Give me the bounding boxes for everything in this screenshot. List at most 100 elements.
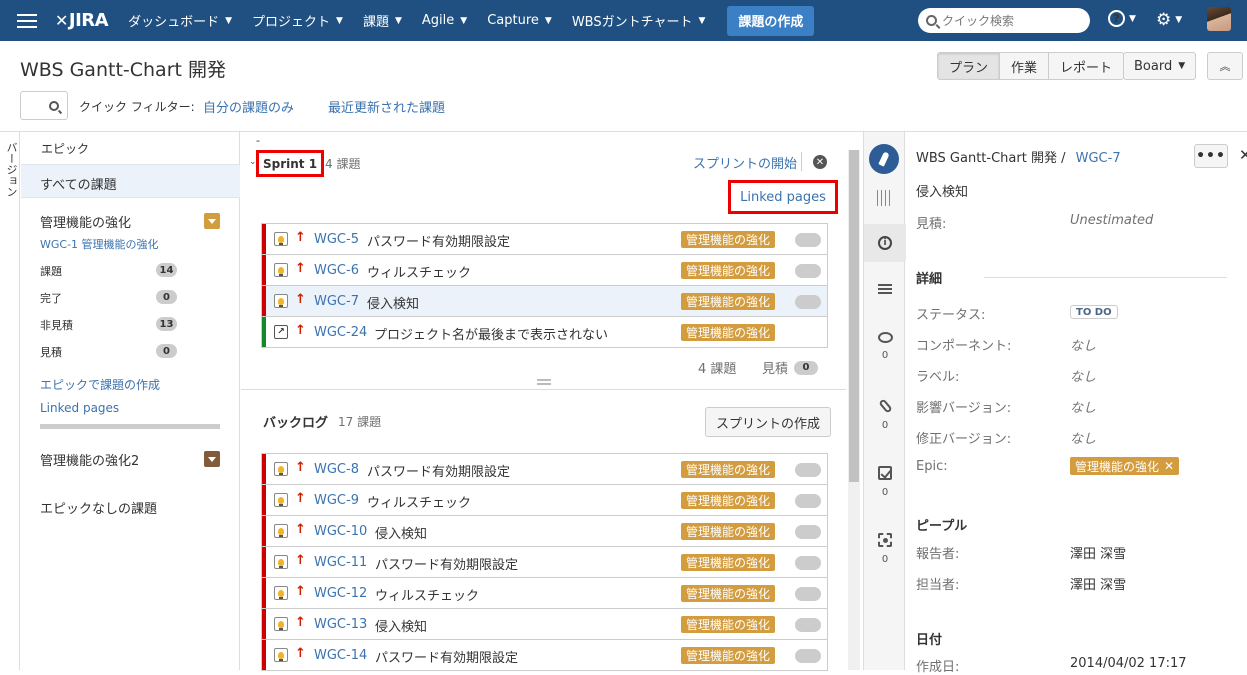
issue-key[interactable]: WGC-13 [314, 617, 367, 632]
collapse-header-button[interactable]: ︽ [1207, 52, 1243, 80]
settings-menu[interactable]: ⚙ ▼ [1156, 10, 1182, 30]
affects-version-value[interactable]: なし [1070, 397, 1096, 416]
nav-agile[interactable]: Agile ▼ [422, 13, 467, 28]
epic-name[interactable]: 管理機能の強化 [40, 212, 131, 231]
report-mode-button[interactable]: レポート [1049, 53, 1124, 79]
remove-icon[interactable]: ✕ [1164, 459, 1174, 473]
drag-handle-icon[interactable] [537, 379, 551, 385]
rocket-icon[interactable] [869, 144, 899, 174]
vertical-scrollbar[interactable] [848, 150, 860, 670]
help-menu[interactable]: ? ▼ [1108, 10, 1136, 27]
jira-logo[interactable]: ✕ JIRA [55, 10, 109, 31]
issue-key[interactable]: WGC-8 [314, 462, 359, 477]
issue-summary-title[interactable]: 侵入検知 [916, 181, 968, 200]
assignee-value[interactable]: 澤田 深雪 [1070, 574, 1126, 593]
epic-label: 管理機能の強化 [681, 647, 776, 664]
quick-search-input[interactable]: クイック検索 [918, 8, 1090, 33]
sprint-footer-count: 4 課題 [698, 362, 737, 377]
epic-key-link[interactable]: WGC-1 管理機能の強化 [40, 236, 159, 252]
epic-stat-label: 見積 [40, 346, 62, 359]
labels-value[interactable]: なし [1070, 366, 1096, 385]
avatar[interactable] [1207, 7, 1231, 31]
backlog-search-input[interactable] [20, 91, 68, 120]
issue-row[interactable]: ↑ WGC-9 ウィルスチェック 管理機能の強化 [262, 485, 827, 516]
priority-bar [262, 454, 266, 484]
more-actions-button[interactable]: ••• [1194, 144, 1228, 168]
filter-my-issues[interactable]: 自分の課題のみ [203, 97, 294, 116]
plan-mode-button[interactable]: プラン [938, 53, 1001, 79]
issue-row[interactable]: ↑ WGC-11 パスワード有効期限設定 管理機能の強化 [262, 547, 827, 578]
nav-wbs-gantt[interactable]: WBSガントチャート ▼ [572, 11, 706, 30]
breadcrumb-issue-key[interactable]: WGC-7 [1076, 151, 1121, 166]
reporter-value[interactable]: 澤田 深雪 [1070, 543, 1126, 562]
work-mode-button[interactable]: 作業 [1000, 53, 1050, 79]
epic-menu-icon[interactable] [204, 213, 220, 229]
epic-linked-pages-link[interactable]: Linked pages [40, 401, 119, 415]
divider [984, 277, 1227, 278]
priority-up-icon: ↑ [295, 460, 306, 475]
issue-key[interactable]: WGC-12 [314, 586, 367, 601]
filter-recently-updated[interactable]: 最近更新された課題 [328, 97, 445, 116]
nav-dashboards[interactable]: ダッシュボード ▼ [128, 11, 232, 30]
issue-row[interactable]: ↑ WGC-8 パスワード有効期限設定 管理機能の強化 [262, 454, 827, 485]
issue-key[interactable]: WGC-10 [314, 524, 367, 539]
field-label: 影響バージョン: [916, 401, 1012, 416]
issue-row[interactable]: ↗ ↑ WGC-24 プロジェクト名が最後まで表示されない 管理機能の強化 [262, 317, 827, 348]
issue-key[interactable]: WGC-7 [314, 294, 359, 309]
close-icon[interactable]: ✕ [813, 155, 827, 169]
estimate-value[interactable]: Unestimated [1070, 213, 1153, 228]
details-tab[interactable]: i [864, 224, 906, 262]
epic-menu-icon[interactable] [204, 451, 220, 467]
estimate-badge [795, 649, 821, 663]
component-value[interactable]: なし [1070, 335, 1096, 354]
epic-label: 管理機能の強化 [681, 616, 776, 633]
description-tab[interactable] [864, 284, 906, 295]
nav-projects[interactable]: プロジェクト ▼ [252, 11, 343, 30]
field-label: 見積: [916, 217, 947, 232]
scrollbar-thumb[interactable] [849, 150, 859, 482]
issue-row[interactable]: ↑ WGC-14 パスワード有効期限設定 管理機能の強化 [262, 640, 827, 671]
issue-key[interactable]: WGC-11 [314, 555, 367, 570]
issues-without-epic-filter[interactable]: エピックなしの課題 [40, 498, 157, 517]
screenshots-tab[interactable]: 0 [864, 533, 906, 565]
board-menu-button[interactable]: Board ▼ [1123, 52, 1197, 80]
create-issue-in-epic-link[interactable]: エピックで課題の作成 [40, 376, 160, 393]
nav-issues[interactable]: 課題 ▼ [363, 11, 402, 30]
issue-row[interactable]: ↑ WGC-13 侵入検知 管理機能の強化 [262, 609, 827, 640]
nav-capture[interactable]: Capture ▼ [487, 13, 552, 28]
create-sprint-button[interactable]: スプリントの作成 [705, 407, 832, 437]
issue-row[interactable]: ↑ WGC-12 ウィルスチェック 管理機能の強化 [262, 578, 827, 609]
backlog-issue-list: ↑ WGC-8 パスワード有効期限設定 管理機能の強化 ↑ WGC-9 ウィルス… [261, 453, 828, 671]
close-icon[interactable]: ✕ [1239, 146, 1247, 164]
issue-key[interactable]: WGC-5 [314, 232, 359, 247]
priority-bar [262, 286, 266, 316]
epic-name[interactable]: 管理機能の強化2 [40, 450, 139, 469]
start-sprint-link[interactable]: スプリントの開始 [693, 153, 797, 172]
issue-row-selected[interactable]: ↑ WGC-7 侵入検知 管理機能の強化 [262, 286, 827, 317]
screenshot-icon [878, 533, 892, 547]
versions-panel-toggle[interactable]: バージョン [0, 132, 20, 670]
issue-key[interactable]: WGC-6 [314, 263, 359, 278]
improvement-icon [274, 586, 288, 600]
field-label: 作成日: [916, 660, 960, 675]
breadcrumb-project[interactable]: WBS Gantt-Chart 開発 [916, 151, 1057, 166]
attachments-tab[interactable]: 0 [864, 398, 906, 431]
issue-key[interactable]: WGC-24 [314, 325, 367, 340]
create-issue-button[interactable]: 課題の作成 [727, 5, 815, 36]
issue-row[interactable]: ↑ WGC-6 ウィルスチェック 管理機能の強化 [262, 255, 827, 286]
issue-key[interactable]: WGC-14 [314, 648, 367, 663]
all-issues-filter[interactable]: すべての課題 [21, 164, 240, 198]
backlog-title: バックログ [263, 416, 329, 431]
epic-lozenge[interactable]: 管理機能の強化 ✕ [1070, 457, 1180, 475]
drag-handle-icon[interactable] [877, 190, 891, 206]
fix-version-value[interactable]: なし [1070, 428, 1096, 447]
sprint-name[interactable]: Sprint 1 [256, 150, 324, 177]
menu-icon[interactable] [17, 13, 37, 28]
issue-key[interactable]: WGC-9 [314, 493, 359, 508]
issue-row[interactable]: ↑ WGC-5 パスワード有効期限設定 管理機能の強化 [262, 224, 827, 255]
comments-tab[interactable]: 0 [864, 332, 906, 361]
subtasks-tab[interactable]: 0 [864, 466, 906, 498]
detail-tab-column: i 0 0 0 0 [863, 132, 906, 670]
issue-row[interactable]: ↑ WGC-10 侵入検知 管理機能の強化 [262, 516, 827, 547]
sprint-linked-pages-link[interactable]: Linked pages [728, 180, 838, 214]
